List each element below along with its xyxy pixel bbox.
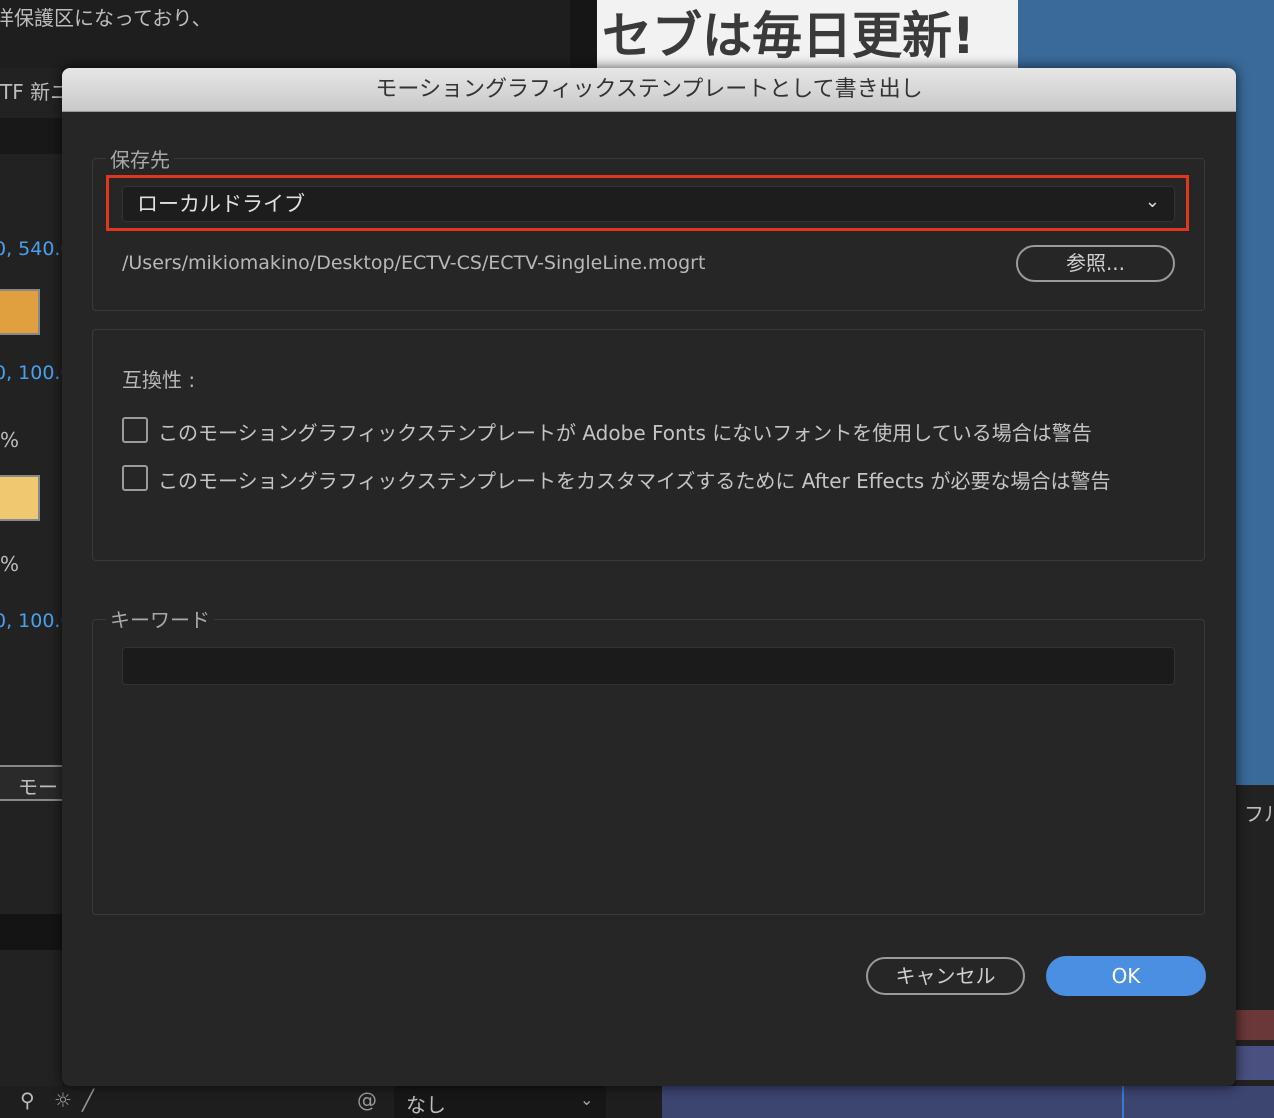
blend-mode-value: なし bbox=[406, 1093, 446, 1117]
left-row-dark bbox=[0, 118, 62, 154]
cancel-button[interactable]: キャンセル bbox=[866, 957, 1025, 995]
panel-divider bbox=[570, 0, 596, 68]
color-swatch-2[interactable] bbox=[0, 475, 40, 521]
percent-value-1: % bbox=[0, 428, 20, 452]
chevron-down-icon: ⌄ bbox=[580, 1090, 594, 1109]
background-top-text: 洋保護区になっており、 bbox=[0, 6, 212, 30]
sun-icon[interactable]: ☼ bbox=[54, 1088, 72, 1112]
preview-caption: セブは毎日更新! bbox=[602, 7, 975, 65]
export-mogrt-dialog: モーショングラフィックステンプレートとして書き出し 保存先 ローカルドライブ ⌄… bbox=[62, 68, 1236, 1086]
browse-button[interactable]: 参照... bbox=[1016, 245, 1175, 282]
chevron-down-icon: ⌄ bbox=[1144, 191, 1160, 212]
spiral-icon[interactable]: @ bbox=[357, 1088, 377, 1112]
keywords-legend: キーワード bbox=[106, 604, 214, 633]
timeline-red-clip bbox=[1236, 1010, 1274, 1040]
left-panel bbox=[0, 68, 62, 1118]
destination-selected: ローカルドライブ bbox=[137, 192, 305, 216]
ae-warning-checkbox[interactable] bbox=[122, 465, 148, 491]
tab-label: モー bbox=[18, 775, 58, 799]
percent-value-2: % bbox=[0, 552, 20, 576]
fonts-warning-label: このモーショングラフィックステンプレートが Adobe Fonts にないフォン… bbox=[158, 421, 1092, 445]
keywords-input[interactable] bbox=[122, 647, 1175, 685]
ok-button[interactable]: OK bbox=[1046, 956, 1206, 996]
timeline-blue-clip bbox=[1236, 1046, 1274, 1080]
ae-warning-label: このモーショングラフィックステンプレートをカスタマイズするために After E… bbox=[158, 469, 1111, 493]
solo-icon[interactable]: ⚲ bbox=[20, 1088, 35, 1112]
dialog-title: モーショングラフィックステンプレートとして書き出し bbox=[62, 68, 1236, 112]
pen-icon[interactable]: ╱ bbox=[82, 1088, 94, 1112]
timeline-bottom-clip bbox=[662, 1086, 1274, 1118]
destination-legend: 保存先 bbox=[106, 144, 174, 173]
right-panel-label: フル bbox=[1244, 802, 1274, 826]
compatibility-label: 互換性 : bbox=[122, 368, 196, 392]
left-row-dark-2 bbox=[0, 914, 62, 950]
destination-select[interactable]: ローカルドライブ ⌄ bbox=[122, 186, 1175, 222]
destination-path: /Users/mikiomakino/Desktop/ECTV-CS/ECTV-… bbox=[122, 252, 706, 274]
fonts-warning-checkbox[interactable] bbox=[122, 417, 148, 443]
color-swatch-1[interactable] bbox=[0, 289, 40, 335]
panel-label: TF 新ニ bbox=[0, 80, 71, 104]
playhead[interactable] bbox=[1122, 1086, 1124, 1118]
